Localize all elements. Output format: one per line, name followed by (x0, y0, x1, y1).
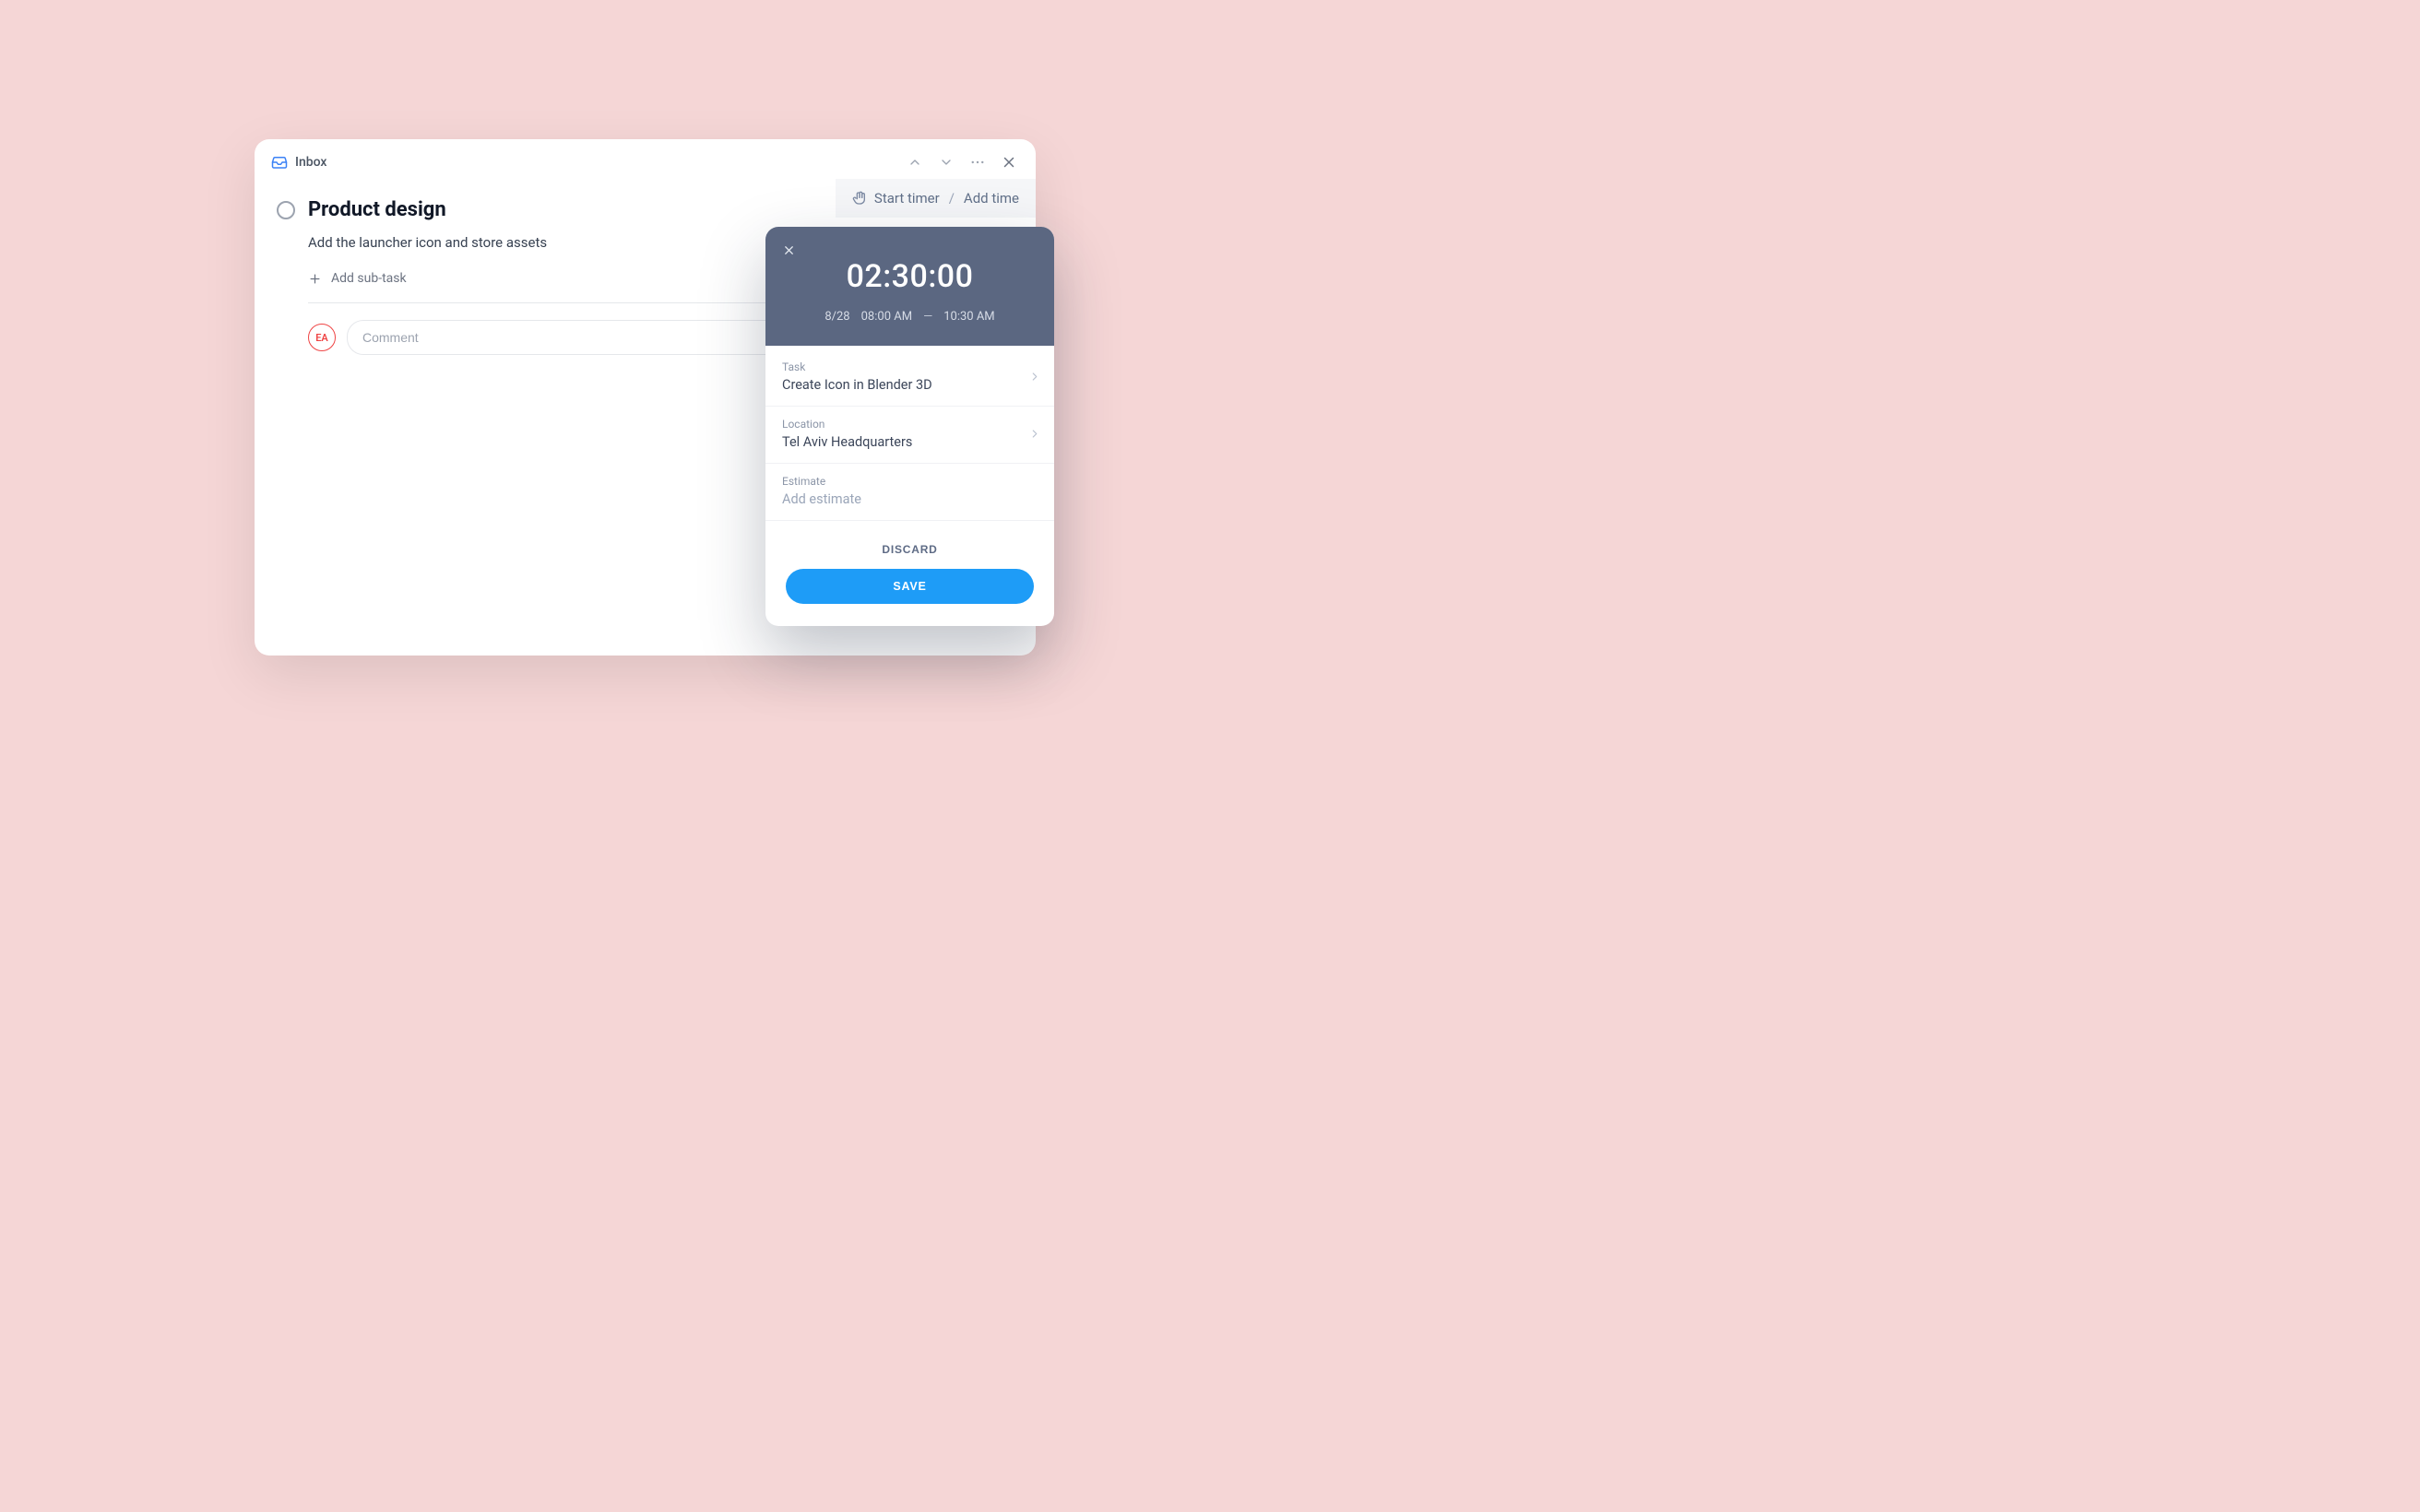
field-task[interactable]: Task Create Icon in Blender 3D (765, 349, 1054, 407)
field-estimate-placeholder: Add estimate (782, 491, 1038, 507)
time-entry-panel: 02:30:00 8/28 08:00 AM — 10:30 AM Task C… (765, 227, 1054, 626)
field-task-label: Task (782, 360, 1038, 373)
chevron-right-icon (1028, 426, 1041, 443)
start-timer-link[interactable]: Start timer (874, 190, 940, 207)
time-range-date[interactable]: 8/28 (824, 310, 849, 324)
time-range-dash: — (923, 310, 932, 324)
timer-separator: / (947, 190, 956, 207)
save-button[interactable]: SAVE (786, 569, 1034, 604)
field-location-value: Tel Aviv Headquarters (782, 434, 1038, 450)
timer-bar: Start timer / Add time (836, 179, 1036, 218)
next-task-button[interactable] (936, 152, 956, 172)
field-estimate[interactable]: Estimate Add estimate (765, 464, 1054, 521)
time-entry-header: 02:30:00 8/28 08:00 AM — 10:30 AM (765, 227, 1054, 346)
time-range-start[interactable]: 08:00 AM (861, 310, 912, 324)
add-subtask-label: Add sub-task (331, 271, 407, 286)
prev-task-button[interactable] (905, 152, 925, 172)
discard-button[interactable]: DISCARD (882, 543, 937, 556)
task-title[interactable]: Product design (308, 198, 446, 221)
chevron-right-icon (1028, 369, 1041, 386)
field-location[interactable]: Location Tel Aviv Headquarters (765, 407, 1054, 464)
timer-hand-icon (852, 191, 867, 206)
field-task-value: Create Icon in Blender 3D (782, 377, 1038, 393)
add-time-link[interactable]: Add time (964, 190, 1019, 207)
time-range: 8/28 08:00 AM — 10:30 AM (782, 310, 1038, 324)
field-location-label: Location (782, 418, 1038, 431)
task-header: Inbox (255, 139, 1036, 183)
close-panel-button[interactable] (778, 240, 799, 260)
duration-display[interactable]: 02:30:00 (782, 258, 1038, 295)
user-avatar: EA (308, 324, 336, 351)
more-options-button[interactable] (967, 152, 988, 172)
complete-task-checkbox[interactable] (277, 201, 295, 219)
field-estimate-label: Estimate (782, 475, 1038, 488)
time-range-end[interactable]: 10:30 AM (943, 310, 994, 324)
inbox-icon (271, 154, 288, 171)
close-button[interactable] (999, 152, 1019, 172)
breadcrumb-inbox[interactable]: Inbox (295, 155, 326, 170)
